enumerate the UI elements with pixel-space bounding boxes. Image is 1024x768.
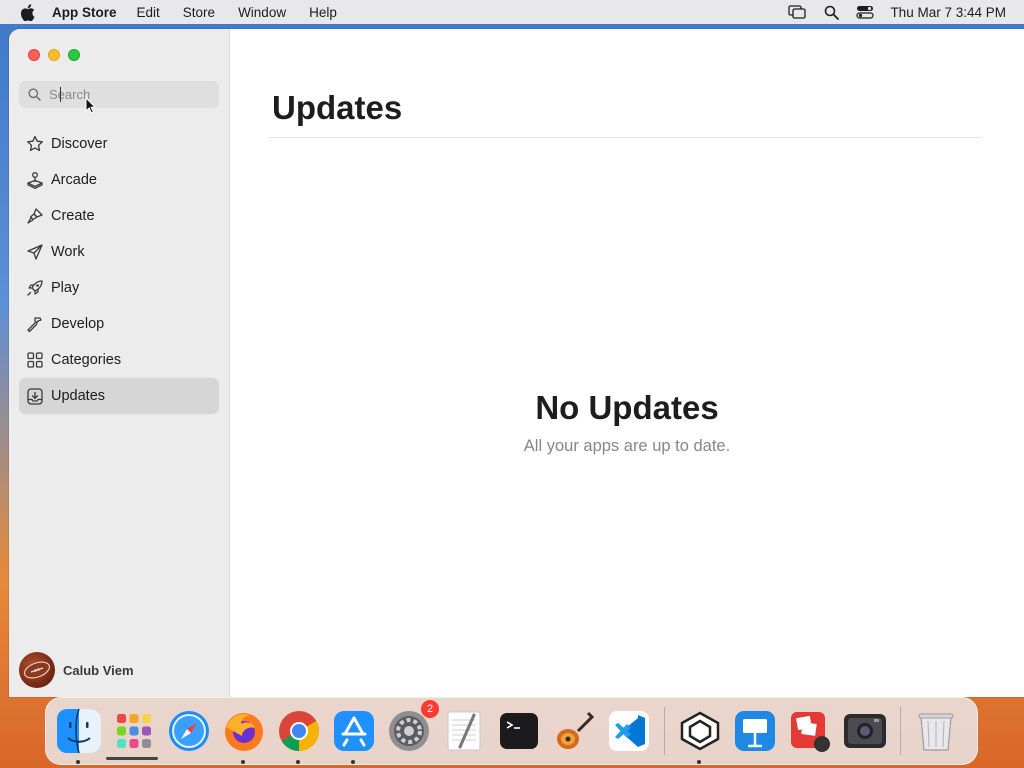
- text-caret: [60, 87, 61, 102]
- dock-app-trash[interactable]: [911, 706, 961, 756]
- sidebar-item-create[interactable]: Create: [19, 198, 219, 234]
- sidebar-item-develop[interactable]: Develop: [19, 306, 219, 342]
- zoom-button[interactable]: [68, 49, 80, 61]
- joystick-icon: [19, 171, 51, 189]
- safari-icon: [169, 711, 209, 751]
- spotlight-icon[interactable]: [814, 0, 848, 24]
- photo-booth-icon: [791, 712, 830, 752]
- menu-app-name[interactable]: App Store: [52, 5, 117, 20]
- menu-store[interactable]: Store: [183, 5, 215, 20]
- camera-icon: [844, 714, 886, 748]
- account-name: Calub Viem: [63, 662, 134, 678]
- download-tray-icon: [19, 387, 51, 405]
- running-indicator: [241, 760, 245, 764]
- page-title: Updates: [272, 89, 403, 126]
- sidebar-item-updates[interactable]: Updates: [19, 378, 219, 414]
- search-icon: [19, 88, 49, 101]
- chrome-icon: [279, 711, 319, 751]
- dock-app-firefox[interactable]: [219, 706, 269, 764]
- avatar: [19, 652, 55, 688]
- terminal-icon: [500, 713, 538, 749]
- menu-help[interactable]: Help: [309, 5, 337, 20]
- dock-app-screenshot[interactable]: [840, 706, 890, 756]
- dock-app-system-settings[interactable]: 2: [384, 700, 439, 756]
- hammer-icon: [19, 315, 51, 333]
- dock-app-app-store[interactable]: [329, 706, 379, 764]
- empty-state-title: No Updates: [535, 389, 719, 426]
- guitar-icon: [557, 711, 595, 749]
- dock-app-garageband[interactable]: [549, 706, 599, 756]
- window-controls: [28, 49, 80, 61]
- sidebar-item-label: Create: [51, 208, 95, 224]
- apple-icon[interactable]: [16, 1, 38, 23]
- sidebar-item-label: Discover: [51, 136, 108, 152]
- minimize-button[interactable]: [48, 49, 60, 61]
- paper-plane-icon: [19, 243, 51, 261]
- mouse-pointer-icon: [85, 97, 97, 114]
- brush-icon: [19, 207, 51, 225]
- dock-app-keynote[interactable]: [730, 706, 780, 756]
- dock-app-safari[interactable]: [164, 706, 214, 756]
- dock: 2: [45, 697, 978, 765]
- running-indicator: [351, 760, 355, 764]
- star-icon: [19, 135, 51, 153]
- sidebar-item-label: Arcade: [51, 172, 97, 188]
- firefox-icon: [225, 713, 263, 751]
- menu-edit[interactable]: Edit: [137, 5, 160, 20]
- menu-bar: App Store Edit Store Window Help Thu Mar…: [0, 0, 1024, 24]
- dock-separator: [900, 707, 901, 755]
- running-indicator: [76, 760, 80, 764]
- running-indicator: [296, 760, 300, 764]
- notification-badge: 2: [421, 700, 439, 718]
- sidebar-item-label: Play: [51, 280, 80, 296]
- dock-app-photo-booth[interactable]: [785, 706, 835, 756]
- dock-separator: [664, 707, 665, 755]
- menu-window[interactable]: Window: [238, 5, 286, 20]
- sidebar-item-label: Updates: [51, 388, 106, 404]
- launchpad-active-indicator: [106, 757, 158, 760]
- finder-icon: [57, 708, 101, 754]
- dock-app-chrome[interactable]: [274, 706, 324, 764]
- sidebar-item-label: Develop: [51, 316, 105, 332]
- sidebar-nav: Discover Arcade Create Work Play Develop…: [19, 126, 219, 414]
- close-button[interactable]: [28, 49, 40, 61]
- grid-icon: [19, 352, 51, 368]
- sidebar-item-label: Work: [51, 244, 85, 260]
- sketchup-icon: [680, 711, 720, 751]
- control-center-icon[interactable]: [848, 0, 882, 24]
- rocket-icon: [19, 279, 51, 297]
- search-input[interactable]: [49, 84, 209, 105]
- dock-app-textedit[interactable]: [439, 706, 489, 756]
- dock-app-sketchup[interactable]: [675, 706, 725, 764]
- empty-state-subtitle: All your apps are up to date.: [523, 437, 731, 455]
- app-store-icon: [334, 711, 374, 751]
- account-button[interactable]: Calub Viem: [19, 652, 134, 688]
- title-divider: [268, 137, 982, 138]
- textedit-icon: [447, 711, 481, 751]
- dock-app-finder[interactable]: [54, 706, 104, 764]
- app-store-window: Discover Arcade Create Work: [9, 29, 1024, 697]
- search-field[interactable]: [19, 81, 219, 108]
- sidebar-item-arcade[interactable]: Arcade: [19, 162, 219, 198]
- trash-icon: [918, 713, 954, 751]
- dock-app-terminal[interactable]: [494, 706, 544, 756]
- dock-app-vscode[interactable]: [604, 706, 654, 756]
- vscode-icon: [609, 711, 649, 751]
- sidebar: Discover Arcade Create Work: [9, 29, 230, 697]
- main-content: Updates No Updates All your apps are up …: [230, 29, 1024, 697]
- keynote-icon: [735, 711, 775, 751]
- sidebar-item-work[interactable]: Work: [19, 234, 219, 270]
- dock-app-launchpad[interactable]: [109, 706, 159, 756]
- launchpad-icon: [117, 714, 151, 748]
- sidebar-item-categories[interactable]: Categories: [19, 342, 219, 378]
- sidebar-item-label: Categories: [51, 352, 122, 368]
- sidebar-item-play[interactable]: Play: [19, 270, 219, 306]
- screen-mirror-icon[interactable]: [780, 0, 814, 24]
- sidebar-item-discover[interactable]: Discover: [19, 126, 219, 162]
- running-indicator: [697, 760, 701, 764]
- menu-bar-clock[interactable]: Thu Mar 7 3:44 PM: [890, 5, 1006, 20]
